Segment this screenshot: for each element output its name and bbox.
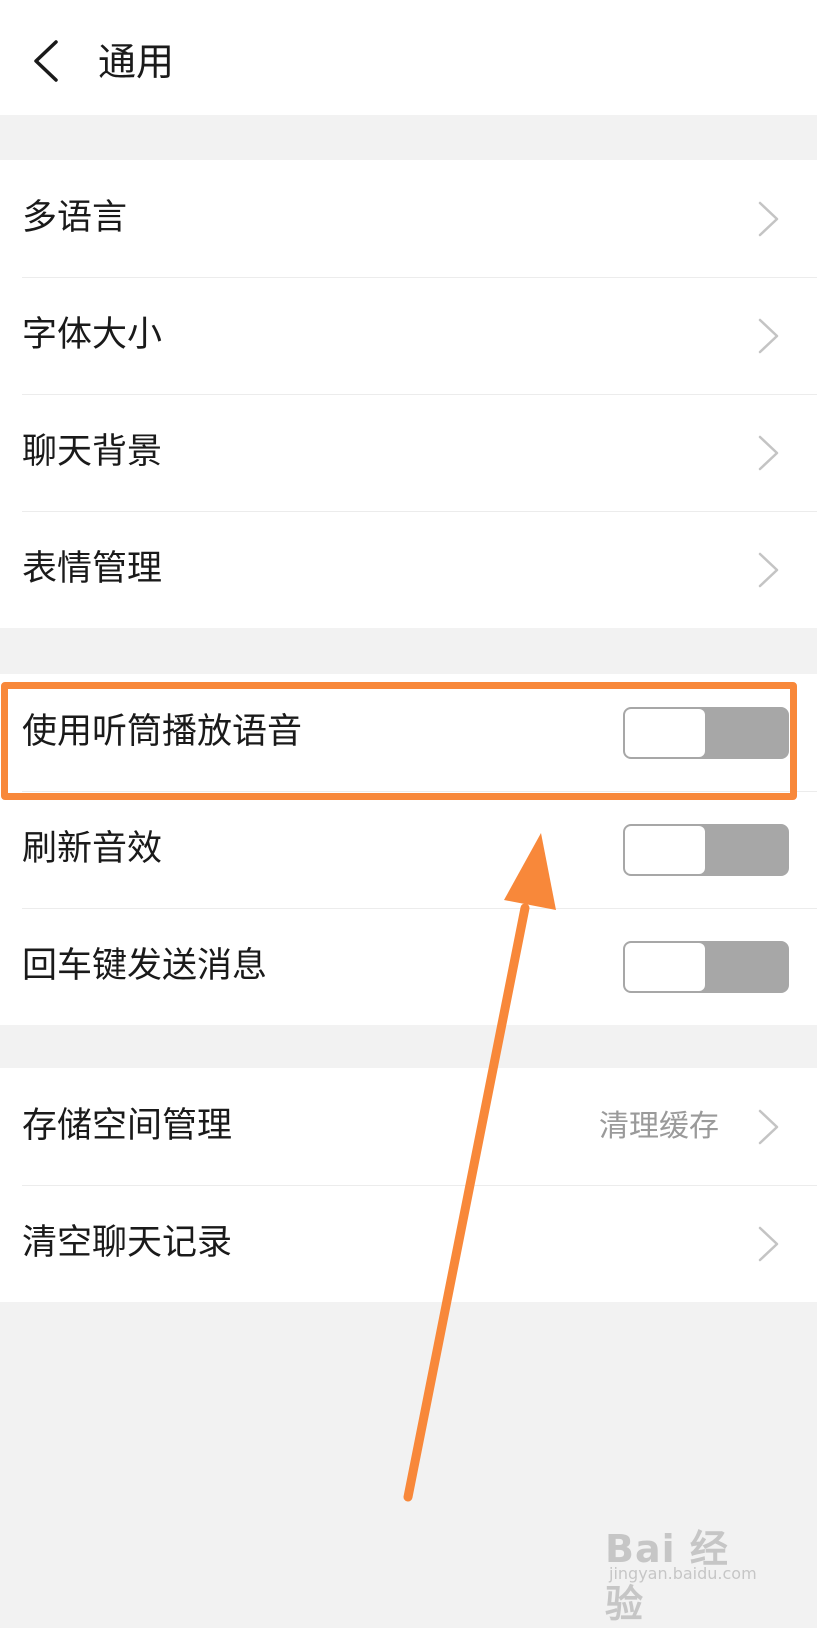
refresh-sound-toggle[interactable]: [623, 824, 789, 876]
row-label: 回车键发送消息: [22, 946, 268, 986]
page-title: 通用: [98, 40, 175, 84]
chevron-right-icon: [758, 318, 779, 354]
row-label: 表情管理: [22, 549, 163, 589]
chevron-right-icon: [758, 552, 779, 588]
chevron-left-icon: [34, 40, 58, 82]
settings-row-storage-management[interactable]: 存储空间管理 清理缓存: [0, 1068, 817, 1185]
toggle-knob: [625, 826, 705, 874]
settings-row-sticker-management[interactable]: 表情管理: [0, 511, 817, 628]
settings-row-clear-chat-history[interactable]: 清空聊天记录: [0, 1185, 817, 1302]
enter-to-send-toggle[interactable]: [623, 941, 789, 993]
row-label: 存储空间管理: [22, 1106, 233, 1146]
settings-group-storage: 存储空间管理 清理缓存 清空聊天记录: [0, 1068, 817, 1302]
back-button[interactable]: [24, 36, 74, 86]
row-label: 字体大小: [22, 315, 163, 355]
chevron-right-icon: [758, 435, 779, 471]
row-label: 聊天背景: [22, 432, 163, 472]
header-bar: 通用: [0, 0, 817, 115]
row-label: 清空聊天记录: [22, 1223, 233, 1263]
settings-group-display: 多语言 字体大小 聊天背景 表情管理: [0, 160, 817, 628]
row-label: 刷新音效: [22, 829, 163, 869]
chevron-right-icon: [758, 1109, 779, 1145]
chevron-right-icon: [758, 1226, 779, 1262]
row-label: 多语言: [22, 198, 128, 238]
watermark-url: jingyan.baidu.com: [609, 1564, 757, 1583]
settings-row-language[interactable]: 多语言: [0, 160, 817, 277]
clear-cache-value: 清理缓存: [599, 1109, 719, 1144]
settings-group-sound: 使用听筒播放语音 刷新音效 回车键发送消息: [0, 674, 817, 1025]
watermark: Bai 经验 jingyan.baidu.com: [605, 1518, 765, 1626]
chevron-right-icon: [758, 201, 779, 237]
toggle-knob: [625, 709, 705, 757]
settings-row-earpiece-playback: 使用听筒播放语音: [0, 674, 817, 791]
earpiece-playback-toggle[interactable]: [623, 707, 789, 759]
settings-row-font-size[interactable]: 字体大小: [0, 277, 817, 394]
settings-row-enter-to-send: 回车键发送消息: [0, 908, 817, 1025]
row-label: 使用听筒播放语音: [22, 712, 303, 752]
settings-row-refresh-sound: 刷新音效: [0, 791, 817, 908]
toggle-knob: [625, 943, 705, 991]
settings-row-chat-background[interactable]: 聊天背景: [0, 394, 817, 511]
